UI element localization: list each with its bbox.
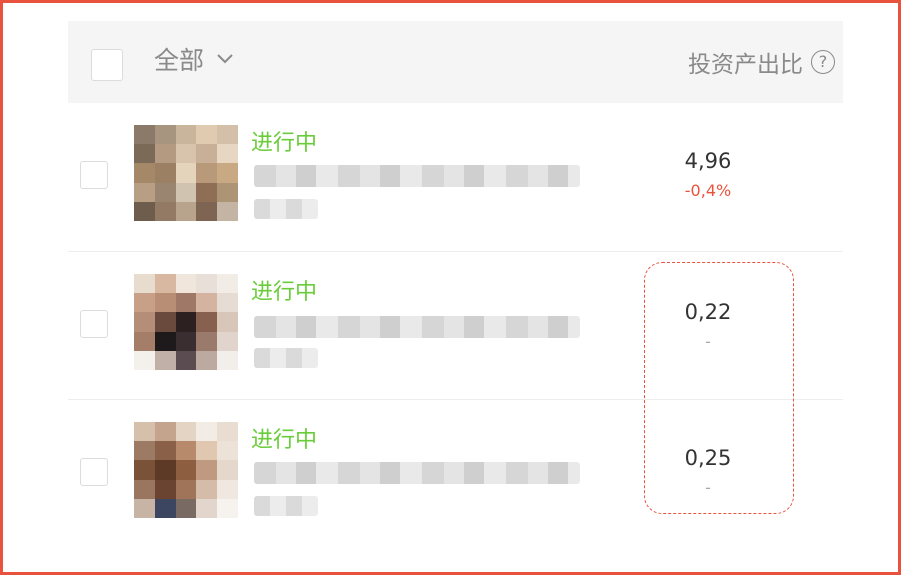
product-thumbnail (134, 422, 238, 518)
select-all-checkbox[interactable] (91, 49, 123, 81)
status-label: 进行中 (251, 428, 318, 453)
filter-label: 全部 (154, 46, 205, 75)
table-header: 全部 投资产出比 ? (68, 21, 843, 103)
row-checkbox[interactable] (80, 458, 108, 486)
status-filter-dropdown[interactable]: 全部 (154, 41, 234, 77)
roi-change: -0,4% (684, 181, 732, 200)
blurred-product-meta (254, 348, 318, 368)
help-icon[interactable]: ? (811, 50, 835, 74)
blurred-product-title (254, 462, 580, 484)
product-thumbnail (134, 125, 238, 221)
table-row[interactable]: 进行中 4,96 -0,4% (68, 103, 843, 251)
roi-column-header[interactable]: 投资产出比 ? (688, 45, 835, 79)
screenshot-frame: 全部 投资产出比 ? 进行中 4,96 -0,4% 进行中 0,22 - 进行中… (0, 0, 901, 575)
blurred-product-meta (254, 496, 318, 516)
roi-value: 4,96 (684, 149, 732, 173)
blurred-product-title (254, 316, 580, 338)
blurred-product-meta (254, 199, 318, 219)
status-label: 进行中 (251, 280, 318, 305)
blurred-product-title (254, 165, 580, 187)
row-checkbox[interactable] (80, 310, 108, 338)
status-label: 进行中 (251, 131, 318, 156)
row-checkbox[interactable] (80, 161, 108, 189)
chevron-down-icon (217, 54, 233, 64)
roi-highlight-annotation (644, 262, 794, 514)
product-thumbnail (134, 274, 238, 370)
roi-header-label: 投资产出比 (688, 52, 803, 78)
